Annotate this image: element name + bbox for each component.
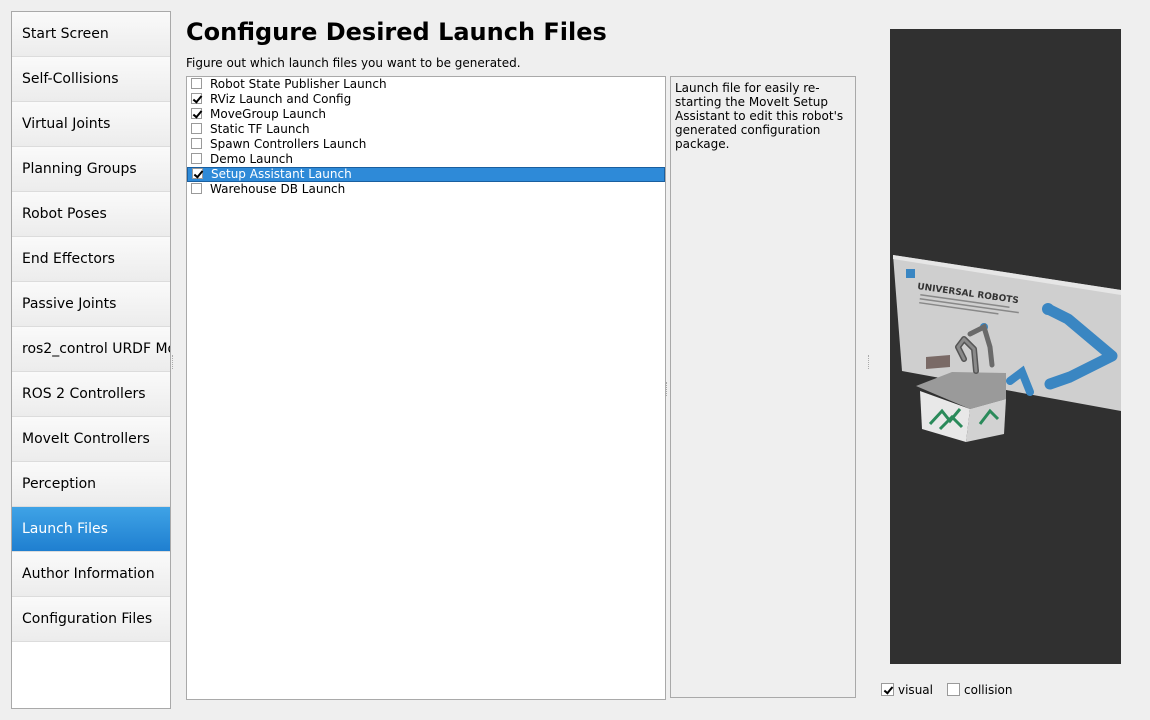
page-title: Configure Desired Launch Files <box>186 18 607 46</box>
page-subtitle: Figure out which launch files you want t… <box>186 56 521 70</box>
list-item-robot-state-publisher[interactable]: Robot State Publisher Launch <box>187 77 665 92</box>
collision-toggle[interactable]: collision <box>947 683 1012 697</box>
sidebar-item-author-information[interactable]: Author Information <box>12 552 170 597</box>
checkbox[interactable] <box>191 93 202 104</box>
sidebar-item-planning-groups[interactable]: Planning Groups <box>12 147 170 192</box>
list-item-label: RViz Launch and Config <box>210 92 352 106</box>
list-splitter-handle[interactable] <box>666 382 669 396</box>
checkbox[interactable] <box>191 123 202 134</box>
list-item-movegroup[interactable]: MoveGroup Launch <box>187 107 665 122</box>
list-item-setup-assistant[interactable]: Setup Assistant Launch <box>187 167 665 182</box>
list-item-label: Robot State Publisher Launch <box>210 77 387 91</box>
checkbox[interactable] <box>881 683 894 696</box>
collision-label: collision <box>964 683 1013 697</box>
sidebar-item-self-collisions[interactable]: Self-Collisions <box>12 57 170 102</box>
sidebar-item-configuration-files[interactable]: Configuration Files <box>12 597 170 642</box>
checkbox[interactable] <box>191 153 202 164</box>
checkbox[interactable] <box>191 183 202 194</box>
list-item-label: Spawn Controllers Launch <box>210 137 367 151</box>
list-item-warehouse-db[interactable]: Warehouse DB Launch <box>187 182 665 197</box>
visual-label: visual <box>898 683 933 697</box>
viewer-splitter-handle[interactable] <box>868 355 871 369</box>
sidebar-item-passive-joints[interactable]: Passive Joints <box>12 282 170 327</box>
checkbox[interactable] <box>191 108 202 119</box>
list-item-demo[interactable]: Demo Launch <box>187 152 665 167</box>
list-item-rviz[interactable]: RViz Launch and Config <box>187 92 665 107</box>
robot-scene-render: UNIVERSAL ROBOTS <box>890 29 1121 664</box>
sidebar-item-moveit-controllers[interactable]: MoveIt Controllers <box>12 417 170 462</box>
list-item-spawn-controllers[interactable]: Spawn Controllers Launch <box>187 137 665 152</box>
sidebar-item-ros2-control[interactable]: ros2_control URDF Modifications <box>12 327 170 372</box>
sidebar-item-start-screen[interactable]: Start Screen <box>12 12 170 57</box>
sidebar-item-perception[interactable]: Perception <box>12 462 170 507</box>
sidebar-item-virtual-joints[interactable]: Virtual Joints <box>12 102 170 147</box>
checkbox[interactable] <box>192 168 203 179</box>
sidebar-item-launch-files[interactable]: Launch Files <box>12 507 170 552</box>
list-item-label: Setup Assistant Launch <box>211 167 352 181</box>
launch-files-list: Robot State Publisher Launch RViz Launch… <box>186 76 666 700</box>
checkbox[interactable] <box>191 78 202 89</box>
sidebar-item-end-effectors[interactable]: End Effectors <box>12 237 170 282</box>
sidebar-splitter-handle[interactable] <box>172 355 175 369</box>
list-item-label: MoveGroup Launch <box>210 107 326 121</box>
sidebar-item-robot-poses[interactable]: Robot Poses <box>12 192 170 237</box>
list-item-label: Demo Launch <box>210 152 293 166</box>
robot-3d-viewer[interactable]: UNIVERSAL ROBOTS <box>890 29 1121 664</box>
list-item-label: Static TF Launch <box>210 122 310 136</box>
checkbox[interactable] <box>947 683 960 696</box>
list-item-static-tf[interactable]: Static TF Launch <box>187 122 665 137</box>
launch-file-description: Launch file for easily re-starting the M… <box>670 76 856 698</box>
sidebar-nav: Start Screen Self-Collisions Virtual Joi… <box>11 11 171 709</box>
visual-toggle[interactable]: visual <box>881 683 933 697</box>
list-item-label: Warehouse DB Launch <box>210 182 346 196</box>
checkbox[interactable] <box>191 138 202 149</box>
sidebar-item-ros2-controllers[interactable]: ROS 2 Controllers <box>12 372 170 417</box>
